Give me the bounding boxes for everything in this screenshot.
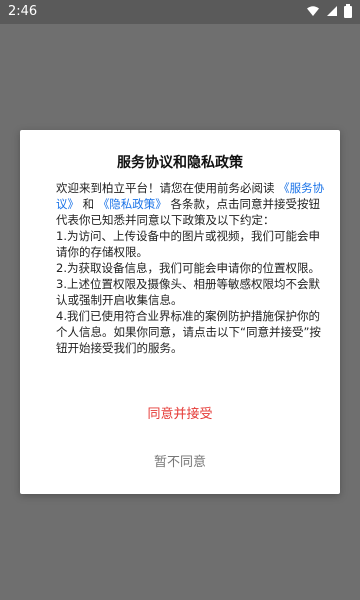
status-icons (306, 4, 352, 18)
privacy-policy-link[interactable]: 《隐私政策》 (98, 197, 167, 211)
and-text: 和 (82, 197, 95, 211)
status-bar: 2:46 (0, 0, 360, 24)
accept-button[interactable]: 同意并接受 (130, 404, 230, 426)
policy-item-3: 3.上述位置权限及摄像头、相册等敏感权限均不会默认或强制开启收集信息。 (56, 277, 320, 307)
battery-icon (344, 4, 352, 18)
policy-item-2: 2.为获取设备信息，我们可能会申请你的位置权限。 (56, 261, 320, 275)
dialog-title: 服务协议和隐私政策 (117, 155, 243, 171)
policy-item-1: 1.为访问、上传设备中的图片或视频，我们可能会申请你的存储权限。 (56, 229, 320, 259)
policy-item-4: 4.我们已使用符合业界标准的案例防护措施保护你的个人信息。如果你同意，请点击以下… (56, 309, 321, 355)
signal-icon (327, 6, 337, 16)
status-time: 2:46 (8, 4, 38, 19)
privacy-dialog: 服务协议和隐私政策 欢迎来到柏立平台！请您在使用前务必阅读 《服务协议》 和 《… (20, 130, 340, 494)
wifi-icon (307, 6, 319, 16)
intro-paragraph: 欢迎来到柏立平台！请您在使用前务必阅读 《服务协议》 和 《隐私政策》 各条款，… (32, 180, 328, 228)
intro-suffix: 各条款，点击同意并接受按钮代表你已知悉并同意以下政策及以下约定： (56, 197, 320, 227)
dialog-body: 欢迎来到柏立平台！请您在使用前务必阅读 《服务协议》 和 《隐私政策》 各条款，… (32, 180, 328, 356)
reject-button[interactable]: 暂不同意 (130, 452, 230, 474)
intro-prefix: 欢迎来到柏立平台！请您在使用前务必阅读 (56, 181, 275, 195)
